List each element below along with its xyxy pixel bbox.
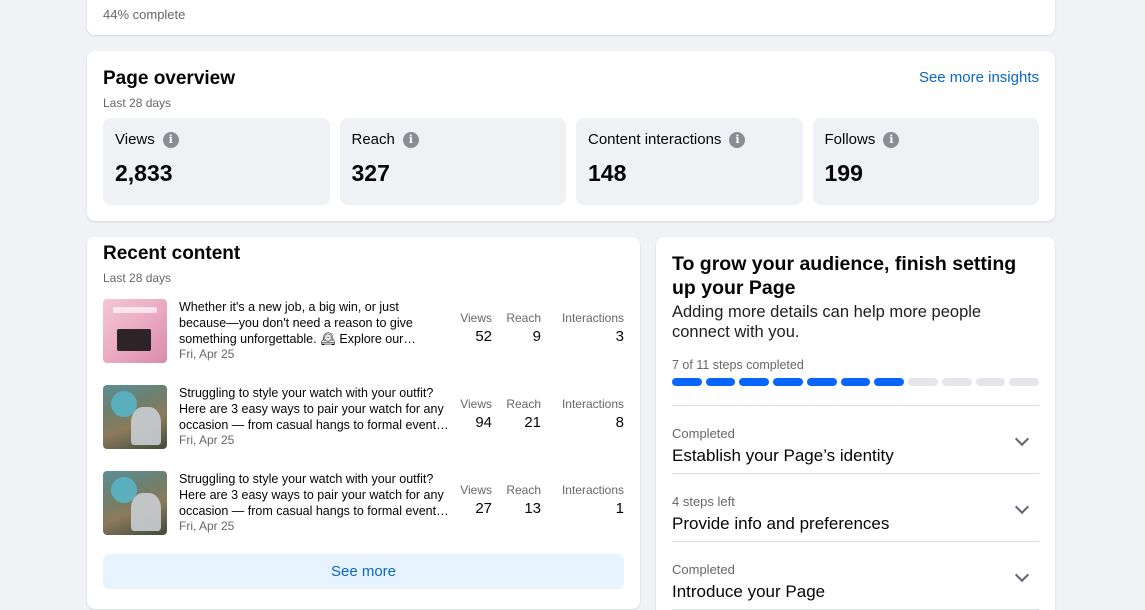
interactions-label: Interactions (561, 483, 624, 497)
info-icon[interactable]: i (729, 131, 746, 148)
section-name: Establish your Page’s identity (672, 446, 894, 465)
chevron-down-icon[interactable] (1014, 499, 1030, 515)
reach-value: 13 (524, 500, 541, 517)
views-value: 94 (475, 414, 492, 431)
progress-percent-text: 44% complete (103, 7, 186, 22)
section-name: Introduce your Page (672, 582, 826, 601)
metrics-row: Views i 2,833 Reach i 327 Content interact… (103, 118, 1039, 205)
progress-segment (975, 378, 1006, 386)
grow-subtitle: Adding more details can help more people… (672, 303, 982, 341)
watch-styling-thumbnail[interactable] (103, 471, 167, 535)
section-status: 4 steps left (672, 494, 735, 509)
setup-progress-card: 44% complete (87, 0, 1055, 35)
interactions-value: 3 (615, 328, 624, 345)
page-overview-card: Page overview Last 28 days See more insi… (87, 51, 1055, 221)
see-more-button[interactable]: See more (103, 554, 624, 589)
chevron-down-icon[interactable] (1014, 431, 1030, 447)
post-text: Struggling to style your watch with your… (179, 472, 449, 518)
section-name: Provide info and preferences (672, 514, 890, 533)
reach-label: Reach (506, 311, 541, 325)
section-provide-info[interactable]: 4 steps left Provide info and preference… (672, 474, 1039, 542)
progress-segment (874, 378, 905, 386)
metric-value: 327 (351, 160, 390, 186)
steps-progress-bar (672, 378, 1040, 386)
interactions-label: Interactions (561, 397, 624, 411)
metric-value: 2,833 (115, 160, 173, 186)
list-item[interactable]: Struggling to style your watch with your… (103, 385, 624, 471)
section-introduce-page[interactable]: Completed Introduce your Page (672, 542, 1039, 610)
progress-segment (1009, 378, 1040, 386)
post-date: Fri, Apr 25 (179, 519, 235, 533)
interactions-value: 1 (615, 500, 624, 517)
metric-follows[interactable]: Follows i 199 (812, 118, 1039, 205)
progress-segment (840, 378, 871, 386)
chevron-down-icon[interactable] (1014, 567, 1030, 583)
views-label: Views (460, 483, 492, 497)
see-more-insights-link[interactable]: See more insights (919, 69, 1039, 86)
progress-segment (705, 378, 736, 386)
views-label: Views (460, 311, 492, 325)
interactions-value: 8 (615, 414, 624, 431)
info-icon[interactable]: i (402, 131, 419, 148)
grow-title: To grow your audience, finish setting up… (672, 253, 1017, 299)
info-icon[interactable]: i (162, 131, 179, 148)
reach-value: 21 (524, 414, 541, 431)
metric-content-interactions[interactable]: Content interactions i 148 (576, 118, 803, 205)
progress-segment (941, 378, 972, 386)
interactions-label: Interactions (561, 311, 624, 325)
metric-label: Content interactions (588, 131, 722, 148)
views-label: Views (460, 397, 492, 411)
section-status: Completed (672, 562, 735, 577)
page-overview-subtitle: Last 28 days (103, 96, 172, 110)
progress-segment (773, 378, 803, 386)
section-status: Completed (672, 426, 735, 441)
steps-completed-text: 7 of 11 steps completed (672, 358, 804, 372)
progress-segment (908, 378, 938, 386)
metric-label: Views (115, 131, 155, 148)
progress-segment (739, 378, 770, 386)
metric-label: Reach (351, 131, 395, 148)
metric-value: 199 (824, 160, 863, 186)
progress-segment (806, 378, 837, 386)
metric-value: 148 (588, 160, 627, 186)
metric-label: Follows (824, 131, 876, 148)
metric-reach[interactable]: Reach i 327 (339, 118, 566, 205)
post-text: Whether it's a new job, a big win, or ju… (179, 300, 416, 346)
watch-styling-thumbnail[interactable] (103, 385, 167, 449)
grow-audience-card: To grow your audience, finish setting up… (656, 237, 1055, 610)
views-value: 52 (475, 328, 492, 345)
gift-box-thumbnail[interactable] (103, 299, 167, 363)
post-date: Fri, Apr 25 (179, 433, 235, 447)
list-item[interactable]: Whether it's a new job, a big win, or ju… (103, 299, 624, 385)
section-establish-identity[interactable]: Completed Establish your Page’s identity (672, 406, 1039, 474)
reach-label: Reach (506, 483, 541, 497)
metric-views[interactable]: Views i 2,833 (103, 118, 330, 205)
recent-content-title: Recent content (103, 243, 241, 264)
list-item[interactable]: Struggling to style your watch with your… (103, 471, 624, 557)
recent-content-subtitle: Last 28 days (103, 271, 172, 285)
views-value: 27 (475, 500, 492, 517)
reach-value: 9 (532, 328, 541, 345)
progress-segment (672, 378, 702, 386)
post-date: Fri, Apr 25 (179, 347, 235, 361)
page-overview-title: Page overview (103, 68, 236, 89)
recent-posts-list: Whether it's a new job, a big win, or ju… (103, 299, 624, 557)
reach-label: Reach (506, 397, 541, 411)
recent-content-card: Recent content Last 28 days Whether it's… (87, 237, 640, 609)
post-text: Struggling to style your watch with your… (179, 386, 449, 432)
info-icon[interactable]: i (883, 131, 900, 148)
